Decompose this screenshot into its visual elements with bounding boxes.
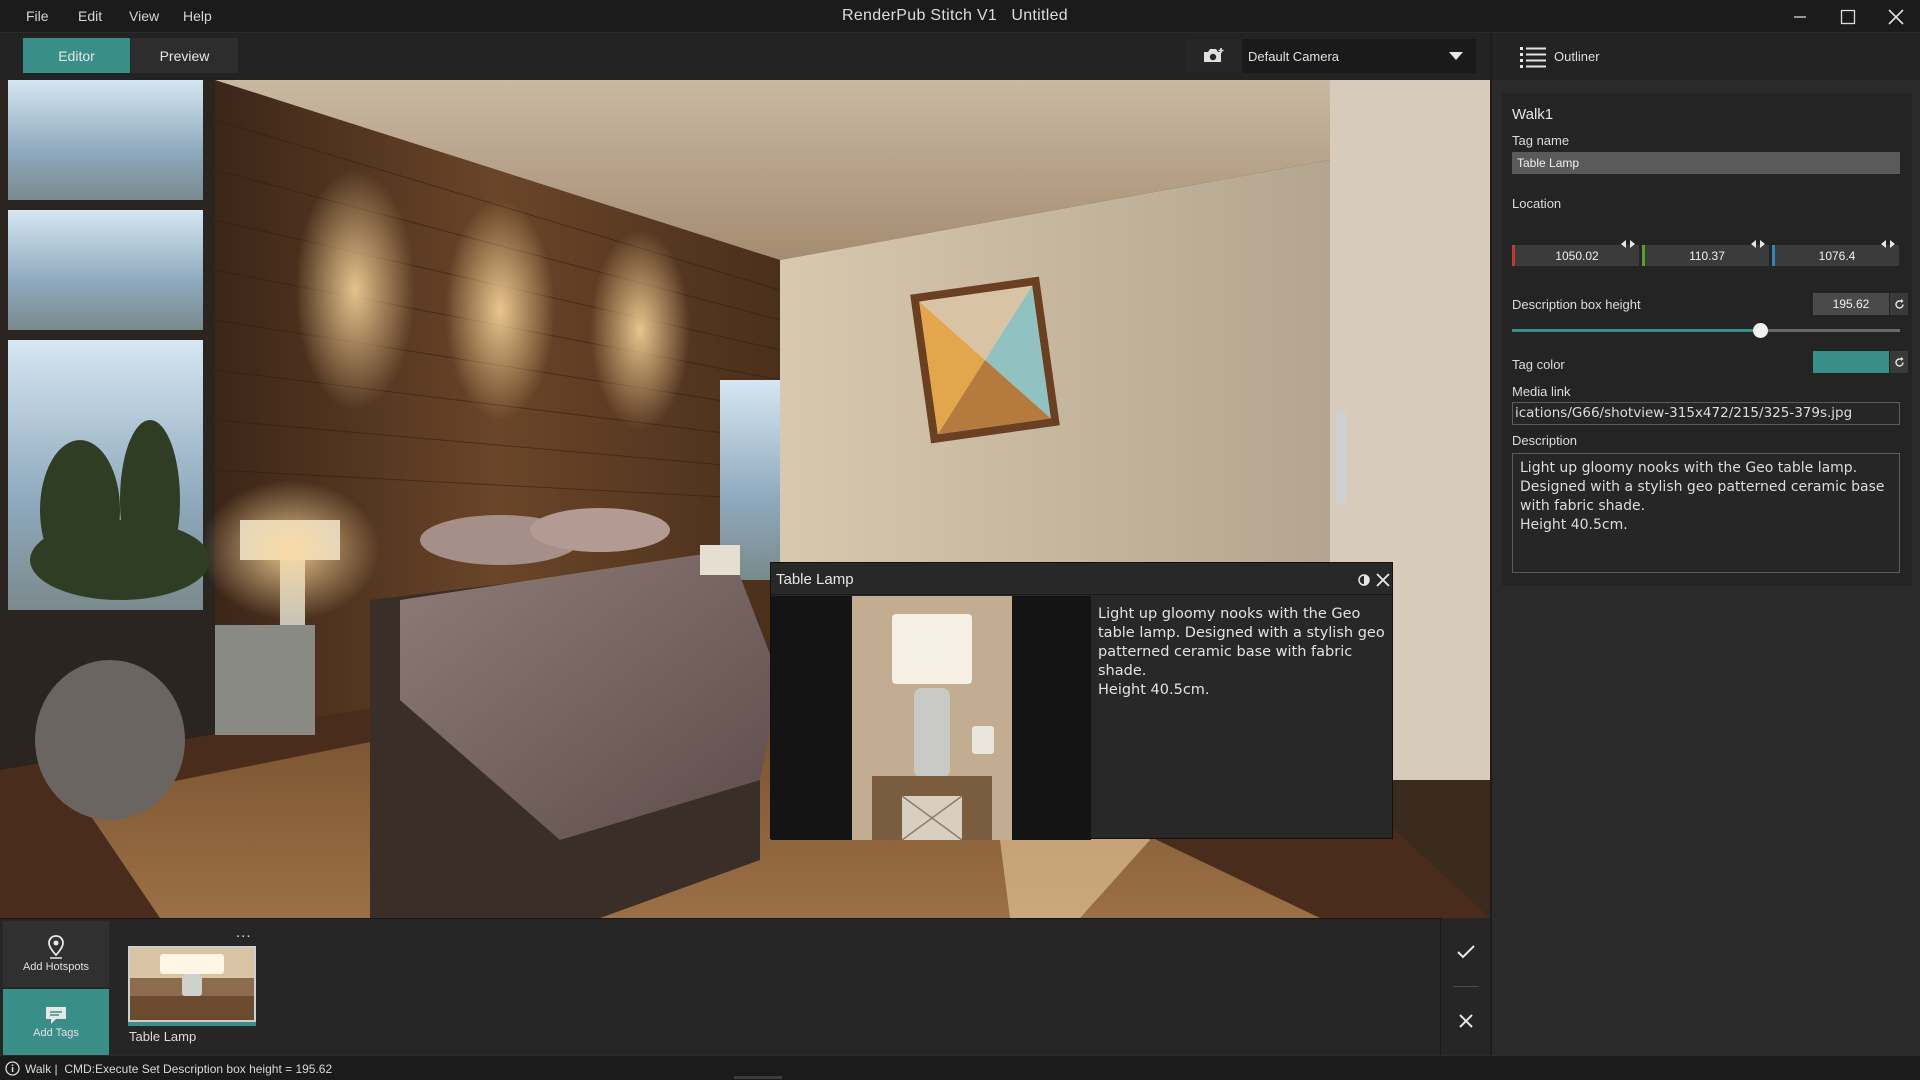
reset-height-button[interactable]: [1890, 293, 1908, 315]
tag-strip: Add Hotspots Add Tags ... Table Lamp: [0, 918, 1490, 1055]
media-link-label: Media link: [1512, 384, 1571, 399]
chevron-down-icon: [1449, 52, 1463, 60]
reset-color-button[interactable]: [1890, 351, 1908, 373]
drag-arrows-icon[interactable]: [1881, 240, 1895, 248]
scene-viewport[interactable]: Table Lamp Light up gloomy nooks with th: [0, 80, 1490, 918]
camera-selected-value: Default Camera: [1248, 49, 1340, 64]
add-tags-button[interactable]: Add Tags: [3, 989, 109, 1055]
half-circle-icon[interactable]: [1357, 573, 1371, 587]
confirm-button[interactable]: [1441, 918, 1490, 986]
tab-editor[interactable]: Editor: [23, 38, 130, 73]
toolbar: Editor Preview Default Camera: [0, 33, 1490, 80]
camera-select[interactable]: Default Camera: [1186, 39, 1476, 73]
menu-edit[interactable]: Edit: [78, 8, 102, 24]
media-link-value: ications/G66/shotview-315x472/215/325-37…: [1515, 405, 1853, 421]
camera-add-button[interactable]: [1186, 39, 1242, 73]
location-z-field[interactable]: 1076.4: [1772, 245, 1899, 266]
maximize-icon: [1840, 9, 1856, 24]
slider-fill: [1512, 329, 1761, 332]
tag-thumbnail-image: [130, 948, 254, 1020]
close-window-button[interactable]: [1872, 0, 1920, 33]
resize-grip[interactable]: [734, 1076, 782, 1079]
outliner-title: Outliner: [1554, 49, 1600, 64]
tag-thumbnail[interactable]: [128, 946, 256, 1022]
outliner-panel: Outliner Walk1 Tag name Table Lamp Locat…: [1490, 33, 1920, 1055]
cancel-button[interactable]: [1441, 987, 1490, 1055]
location-x-field[interactable]: 1050.02: [1512, 245, 1639, 266]
desc-height-value: 195.62: [1832, 297, 1870, 311]
close-icon: [1458, 1014, 1473, 1028]
popup-media-area: [771, 596, 1091, 840]
maximize-button[interactable]: [1824, 0, 1872, 33]
title-bar: File Edit View Help RenderPub Stitch V1 …: [0, 0, 1920, 33]
tab-editor-label: Editor: [58, 47, 95, 64]
object-name: Walk1: [1512, 106, 1554, 123]
tag-name-input[interactable]: Table Lamp: [1512, 152, 1900, 174]
tag-thumbnail-label: Table Lamp: [129, 1029, 197, 1044]
desc-height-slider[interactable]: [1512, 323, 1900, 338]
properties-panel: Walk1 Tag name Table Lamp Location 1050.…: [1502, 93, 1912, 586]
tab-preview-label: Preview: [159, 47, 210, 64]
description-label: Description: [1512, 433, 1578, 448]
location-y-value: 110.37: [1689, 249, 1725, 263]
camera-add-icon: [1204, 48, 1224, 62]
tag-preview-popup[interactable]: Table Lamp Light up gloomy nooks with th: [770, 562, 1393, 840]
close-icon: [1888, 8, 1904, 25]
reset-icon: [1894, 298, 1904, 309]
slider-thumb[interactable]: [1753, 323, 1769, 338]
reset-icon: [1894, 356, 1904, 367]
description-textarea[interactable]: Light up gloomy nooks with the Geo table…: [1512, 453, 1900, 573]
drag-arrows-icon[interactable]: [1751, 240, 1765, 248]
minimize-button[interactable]: [1776, 0, 1824, 33]
menu-view[interactable]: View: [129, 8, 159, 24]
location-y-field[interactable]: 110.37: [1642, 245, 1769, 266]
app-title: RenderPub Stitch V1 Untitled: [842, 7, 1069, 24]
confirm-column: [1440, 918, 1490, 1055]
menu-help[interactable]: Help: [183, 8, 212, 24]
status-bar: Walk | CMD:Execute Set Description box h…: [0, 1055, 1920, 1080]
popup-description: Light up gloomy nooks with the Geo table…: [1098, 606, 1385, 698]
location-label: Location: [1512, 196, 1562, 211]
tag-name-label: Tag name: [1512, 133, 1570, 148]
menu-file[interactable]: File: [26, 8, 49, 24]
list-icon: [1520, 47, 1546, 68]
info-icon: [5, 1061, 20, 1076]
chat-bubble-icon: [46, 1007, 66, 1024]
map-pin-icon: [48, 935, 64, 959]
add-hotspots-button[interactable]: Add Hotspots: [3, 921, 109, 987]
minimize-icon: [1794, 15, 1806, 18]
media-link-input[interactable]: ications/G66/shotview-315x472/215/325-37…: [1512, 402, 1900, 425]
desc-height-input[interactable]: 195.62: [1813, 293, 1889, 315]
location-z-value: 1076.4: [1818, 249, 1856, 263]
popup-close-icon[interactable]: [1376, 573, 1390, 587]
tag-color-label: Tag color: [1512, 357, 1565, 372]
tag-selected-indicator: [128, 1022, 256, 1026]
lamp-photo: [852, 596, 1012, 840]
add-hotspots-label: Add Hotspots: [22, 961, 90, 973]
tag-more-menu[interactable]: ...: [236, 924, 252, 941]
tab-preview[interactable]: Preview: [131, 38, 238, 73]
add-tags-label: Add Tags: [33, 1027, 79, 1039]
outliner-header[interactable]: Outliner: [1492, 33, 1920, 80]
location-x-value: 1050.02: [1555, 249, 1599, 263]
popup-header: Table Lamp: [771, 563, 1392, 595]
checkmark-icon: [1456, 945, 1475, 959]
desc-height-label: Description box height: [1512, 297, 1641, 312]
drag-arrows-icon[interactable]: [1621, 240, 1635, 248]
tag-color-swatch[interactable]: [1813, 351, 1889, 373]
popup-title: Table Lamp: [776, 571, 854, 588]
status-message: Walk | CMD:Execute Set Description box h…: [25, 1062, 333, 1076]
